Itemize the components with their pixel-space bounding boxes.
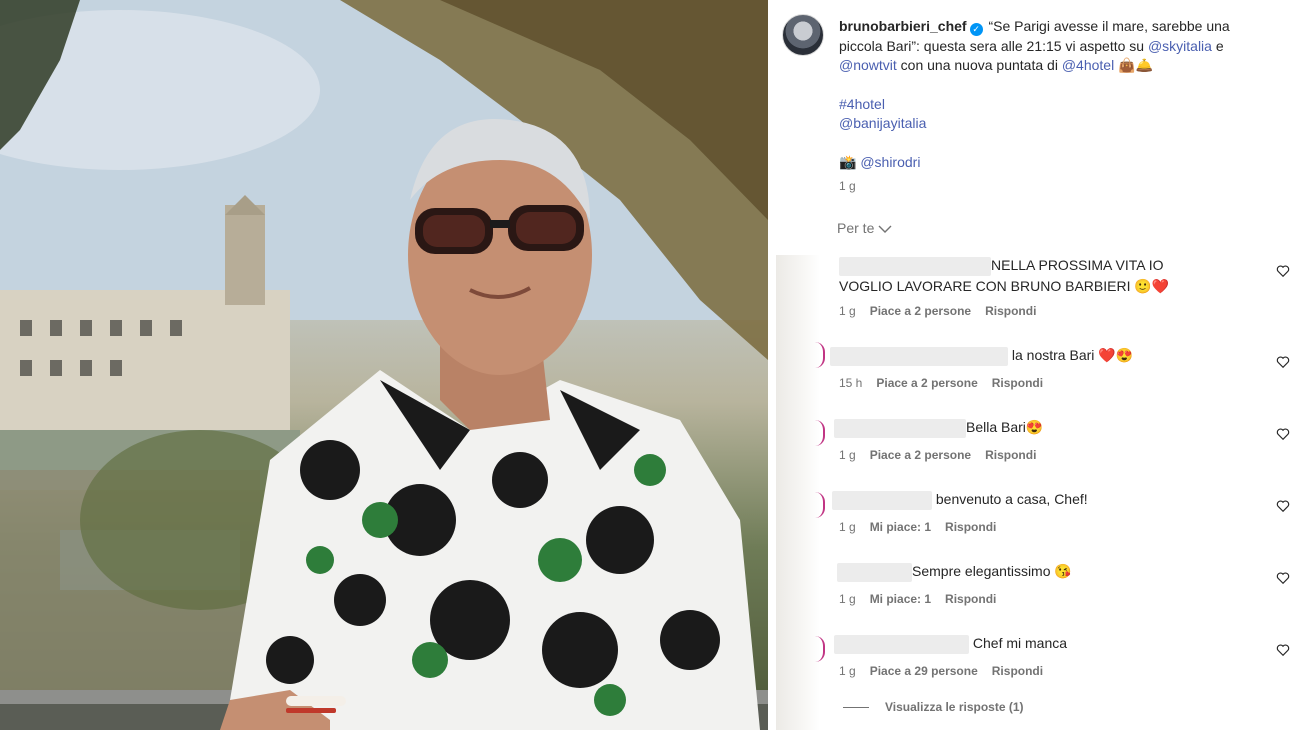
reply-button[interactable]: Rispondi (945, 520, 996, 534)
comments-pane: brunobarbieri_chef ✓ “Se Parigi avesse il… (768, 0, 1300, 730)
comment-text-wrap: benvenuto a casa, Chef! (832, 489, 1212, 510)
post-caption: brunobarbieri_chef ✓ “Se Parigi avesse il… (839, 17, 1249, 197)
comment-text: Chef mi manca (972, 635, 1068, 651)
comment-username-redacted[interactable] (830, 346, 1008, 366)
comment-meta: 1 g Piace a 2 persone Rispondi (839, 448, 1036, 462)
caption-and: e (1211, 37, 1224, 54)
reply-button[interactable]: Rispondi (945, 592, 996, 606)
mention-skyitalia[interactable]: @skyitalia (1148, 38, 1212, 54)
comment-text-wrap: NELLA PROSSIMA VITA IO VOGLIO LAVORARE C… (839, 255, 1219, 297)
sort-label: Per te (837, 220, 875, 236)
comment-meta: 1 g Piace a 29 persone Rispondi (839, 664, 1043, 678)
commenter-avatar-column (776, 255, 820, 730)
comment-text-wrap: Sempre elegantissimo 😘 (837, 561, 1217, 582)
author-avatar[interactable] (782, 14, 824, 56)
mention-nowtvit[interactable]: @nowtvit (839, 57, 897, 73)
comment-text: Bella Bari😍 (966, 419, 1044, 435)
comment-text-wrap: Chef mi manca (834, 633, 1214, 654)
comment-time: 1 g (839, 520, 856, 534)
comment-username-redacted[interactable] (834, 634, 969, 654)
comment-time: 1 g (839, 304, 856, 318)
heart-outline-icon[interactable] (1276, 499, 1290, 513)
story-ring (815, 492, 825, 518)
view-replies-label: Visualizza le risposte (1) (885, 700, 1024, 714)
comment-time: 15 h (839, 376, 863, 390)
mention-banijayitalia[interactable]: @banijayitalia (839, 115, 926, 131)
comment-meta: 1 g Mi piace: 1 Rispondi (839, 592, 996, 606)
verified-badge-icon: ✓ (969, 23, 983, 36)
comment-username-redacted[interactable] (837, 562, 912, 582)
comment-text: benvenuto a casa, Chef! (935, 491, 1088, 507)
chevron-down-icon (878, 225, 892, 234)
story-ring (815, 420, 825, 446)
view-replies-button[interactable]: Visualizza le risposte (1) (843, 700, 1024, 714)
comment-username-redacted[interactable] (834, 418, 966, 438)
comment-time: 1 g (839, 592, 856, 606)
story-ring (815, 636, 825, 662)
comment-likes[interactable]: Piace a 29 persone (870, 664, 978, 678)
comment-username-redacted[interactable] (839, 256, 991, 276)
caption-spacer-2 (839, 134, 1249, 153)
comment-text: la nostra Bari ❤️😍 (1011, 347, 1134, 363)
comment-text: Sempre elegantissimo 😘 (912, 563, 1072, 579)
comment-likes[interactable]: Mi piace: 1 (870, 520, 931, 534)
heart-outline-icon[interactable] (1276, 427, 1290, 441)
comments-sort-dropdown[interactable]: Per te (837, 220, 892, 236)
comment-meta: 1 g Mi piace: 1 Rispondi (839, 520, 996, 534)
reply-button[interactable]: Rispondi (992, 376, 1043, 390)
comment-likes[interactable]: Mi piace: 1 (870, 592, 931, 606)
post-time: 1 g (839, 179, 856, 193)
heart-outline-icon[interactable] (1276, 264, 1290, 278)
reply-button[interactable]: Rispondi (985, 304, 1036, 318)
mention-shirodri[interactable]: @shirodri (860, 154, 920, 170)
caption-text-2: con una nuova puntata di (896, 57, 1062, 73)
camera-icon: 📸 (839, 153, 857, 170)
comment-time: 1 g (839, 664, 856, 678)
comment-username-redacted[interactable] (832, 490, 932, 510)
post-photo[interactable] (0, 0, 768, 730)
reply-button[interactable]: Rispondi (992, 664, 1043, 678)
comment-text-wrap: Bella Bari😍 (834, 417, 1214, 438)
story-ring (815, 342, 825, 368)
post-photo-illustration (0, 0, 768, 730)
comment-meta: 15 h Piace a 2 persone Rispondi (839, 376, 1043, 390)
comment-likes[interactable]: Piace a 2 persone (870, 448, 971, 462)
hashtag-4hotel[interactable]: #4hotel (839, 96, 885, 112)
comment-meta: 1 g Piace a 2 persone Rispondi (839, 304, 1036, 318)
replies-divider (843, 707, 869, 709)
mention-4hotel[interactable]: @4hotel (1062, 57, 1114, 73)
comment-likes[interactable]: Piace a 2 persone (870, 304, 971, 318)
heart-outline-icon[interactable] (1276, 571, 1290, 585)
comment-likes[interactable]: Piace a 2 persone (876, 376, 977, 390)
heart-outline-icon[interactable] (1276, 355, 1290, 369)
heart-outline-icon[interactable] (1276, 643, 1290, 657)
reply-button[interactable]: Rispondi (985, 448, 1036, 462)
comment-text-wrap: la nostra Bari ❤️😍 (830, 345, 1210, 366)
comment-time: 1 g (839, 448, 856, 462)
author-username[interactable]: brunobarbieri_chef (839, 18, 967, 34)
caption-emoji: 👜🛎️ (1114, 57, 1153, 73)
